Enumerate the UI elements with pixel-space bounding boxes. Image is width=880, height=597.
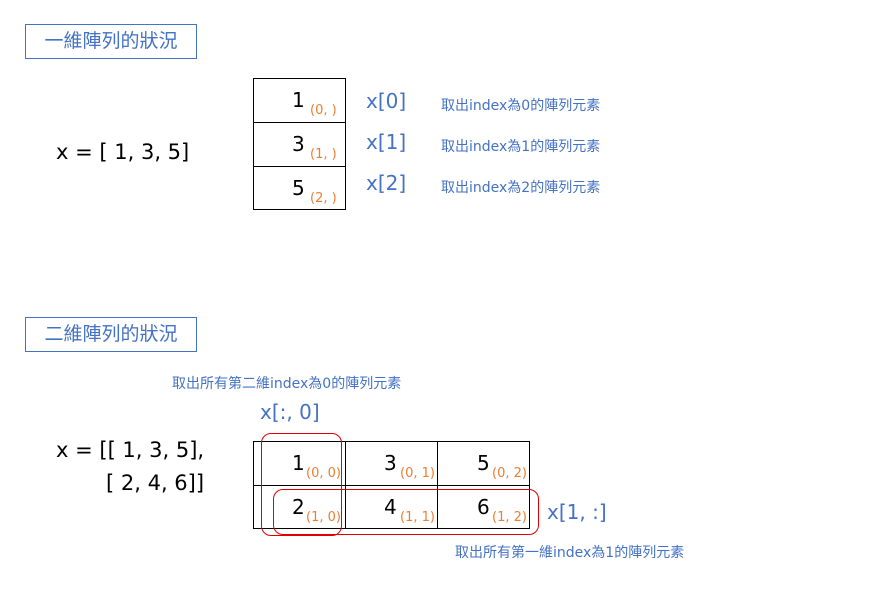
array1d-divider-2 bbox=[253, 166, 346, 167]
array1d-note: 取出index為2的陣列元素 bbox=[441, 180, 601, 196]
array1d-value: 1 bbox=[292, 88, 305, 112]
array1d-value: 5 bbox=[292, 176, 305, 200]
array1d-accessor: x[2] bbox=[366, 171, 407, 195]
column-slice-note: 取出所有第二維index為0的陣列元素 bbox=[172, 376, 402, 392]
array1d-note: 取出index為1的陣列元素 bbox=[441, 139, 601, 155]
array2d-index: (0, 1) bbox=[400, 466, 435, 481]
array1d-index: (2, ) bbox=[310, 191, 337, 206]
array2d-index: (0, 2) bbox=[492, 466, 527, 481]
row-slice-label: x[1, :] bbox=[547, 500, 607, 524]
array1d-divider-1 bbox=[253, 122, 346, 123]
array2d-value: 3 bbox=[384, 451, 397, 475]
array1d-accessor: x[0] bbox=[366, 89, 407, 113]
array2d-value: 5 bbox=[477, 451, 490, 475]
array1d-index: (1, ) bbox=[310, 147, 337, 162]
section1-title: 一維陣列的狀況 bbox=[25, 24, 197, 59]
array1d-index: (0, ) bbox=[310, 103, 337, 118]
row-highlight bbox=[273, 489, 539, 535]
array1d-value: 3 bbox=[292, 132, 305, 156]
column-slice-label: x[:, 0] bbox=[260, 400, 320, 424]
section1-code: x = [ 1, 3, 5] bbox=[56, 140, 190, 164]
array1d-accessor: x[1] bbox=[366, 130, 407, 154]
section2-code-line2: [ 2, 4, 6]] bbox=[106, 471, 205, 495]
section2-code-line1: x = [[ 1, 3, 5], bbox=[56, 438, 205, 462]
section2-title: 二維陣列的狀況 bbox=[25, 317, 197, 352]
array1d-note: 取出index為0的陣列元素 bbox=[441, 98, 601, 114]
row-slice-note: 取出所有第一維index為1的陣列元素 bbox=[455, 545, 685, 561]
